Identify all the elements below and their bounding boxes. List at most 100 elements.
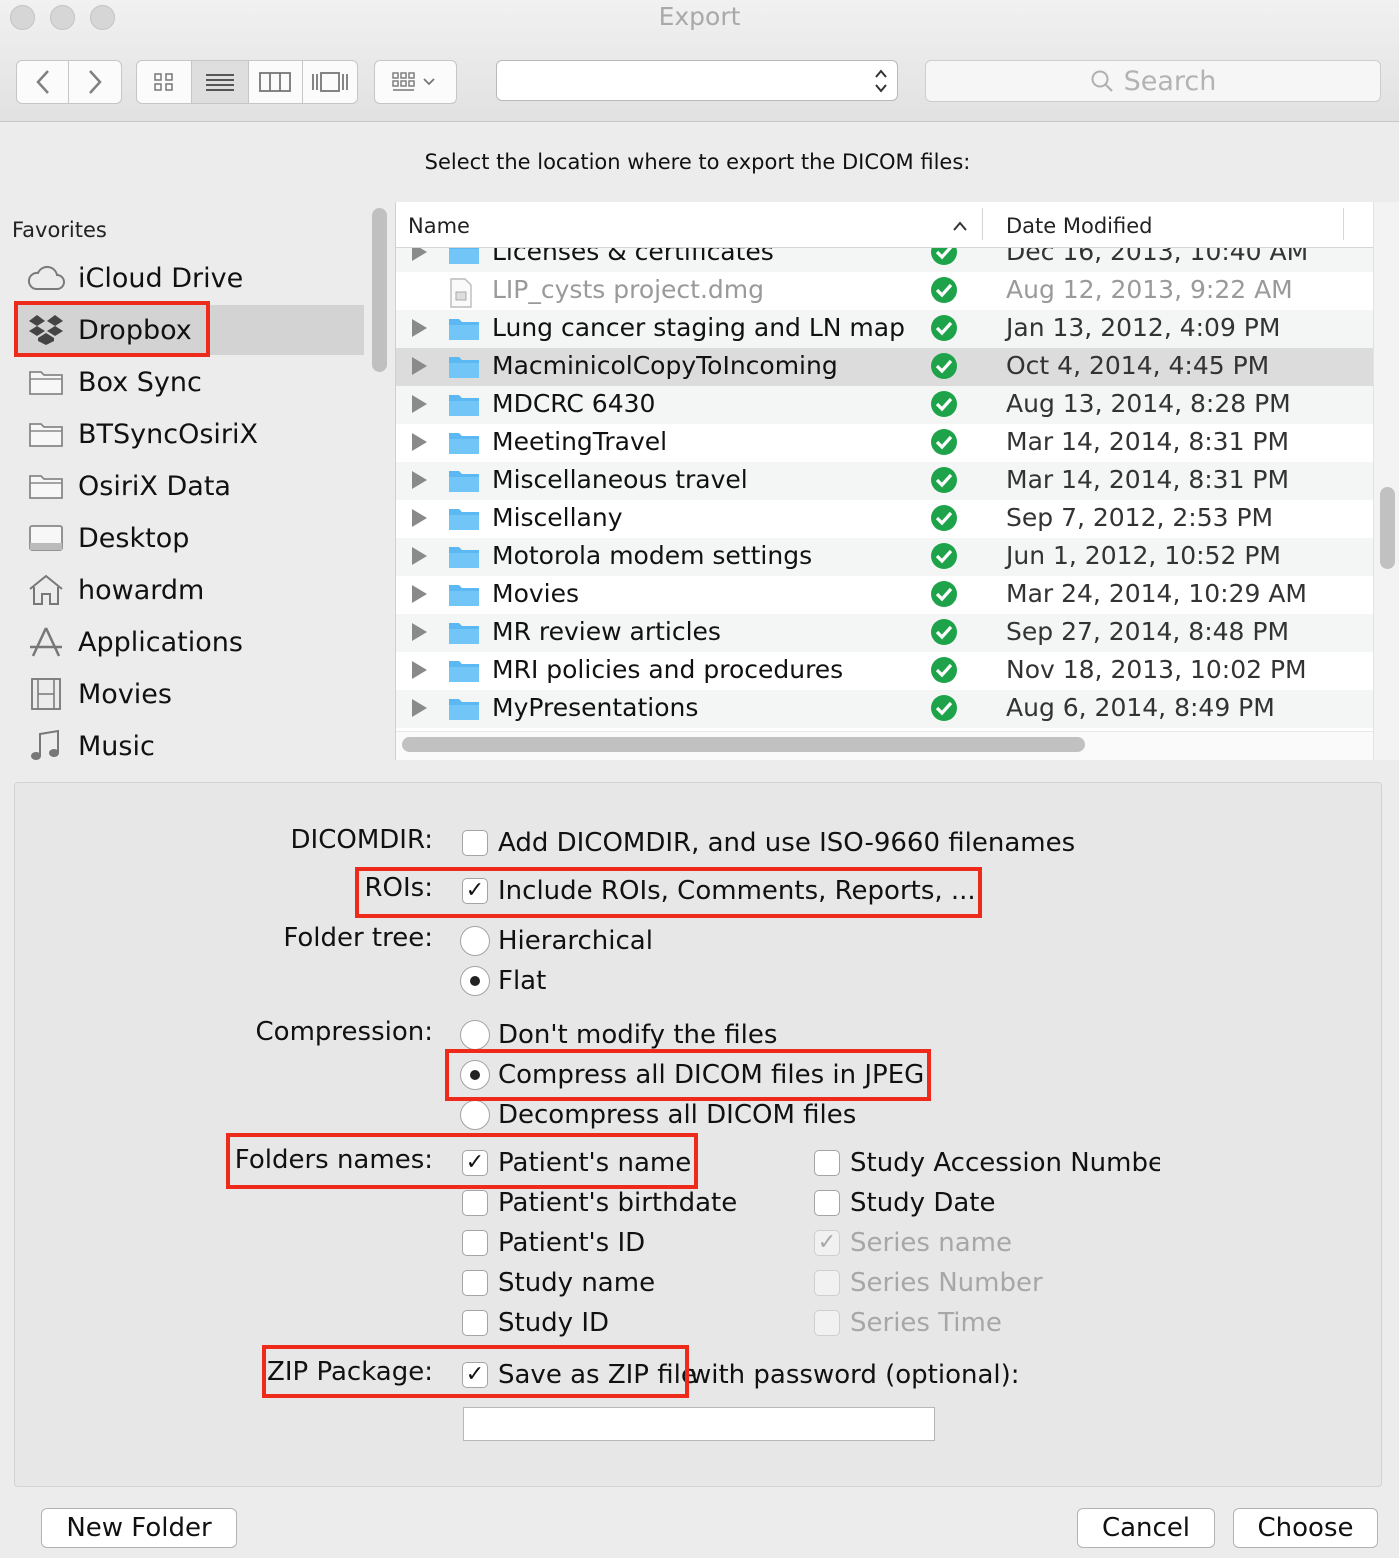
- column-divider[interactable]: [982, 208, 983, 240]
- sidebar-item-howardm[interactable]: howardm: [14, 565, 364, 615]
- folder-icon: [448, 316, 480, 348]
- path-popup[interactable]: [496, 60, 898, 101]
- file-row[interactable]: Miscellany Sep 7, 2012, 2:53 PM: [396, 500, 1373, 538]
- coverflow-view-icon: [311, 72, 348, 92]
- chevron-left-icon: [35, 70, 49, 94]
- forward-button[interactable]: [69, 61, 121, 103]
- list-view-icon: [205, 74, 234, 91]
- search-placeholder: Search: [1123, 65, 1217, 97]
- name-column-header[interactable]: Name: [408, 214, 470, 238]
- disclosure-triangle-icon[interactable]: [412, 509, 427, 527]
- compression-label: Compression:: [255, 1017, 433, 1047]
- checkbox-study-id[interactable]: Study ID: [462, 1305, 609, 1341]
- disclosure-triangle-icon[interactable]: [412, 547, 427, 565]
- cancel-button[interactable]: Cancel: [1077, 1508, 1215, 1548]
- file-row[interactable]: MyPresentations Aug 6, 2014, 8:49 PM: [396, 690, 1373, 728]
- file-row[interactable]: Lung cancer staging and LN map Jan 13, 20…: [396, 310, 1373, 348]
- sidebar-scrollbar[interactable]: [372, 208, 387, 372]
- disclosure-triangle-icon[interactable]: [412, 395, 427, 413]
- sidebar-item-music[interactable]: Music: [14, 721, 364, 760]
- window-title: Export: [658, 2, 741, 31]
- file-name: LIP_cysts project.dmg: [492, 275, 765, 304]
- file-row[interactable]: MeetingTravel Mar 14, 2014, 8:31 PM: [396, 424, 1373, 462]
- folder-icon: [448, 468, 480, 500]
- panel-message: Select the location where to export the …: [424, 150, 971, 174]
- back-button[interactable]: [17, 61, 70, 103]
- zip-package-label: ZIP Package:: [267, 1357, 433, 1387]
- disclosure-triangle-icon[interactable]: [412, 357, 427, 375]
- new-folder-button[interactable]: New Folder: [41, 1508, 237, 1548]
- file-date: Mar 14, 2014, 8:31 PM: [1006, 427, 1290, 456]
- radio-dont-modify[interactable]: Don't modify the files: [460, 1017, 777, 1053]
- file-row[interactable]: MRI policies and procedures Nov 18, 2013,…: [396, 652, 1373, 690]
- file-row[interactable]: Motorola modem settings Jun 1, 2012, 10:5…: [396, 538, 1373, 576]
- checkbox-save-zip[interactable]: ✓ Save as ZIP file: [462, 1357, 697, 1393]
- checkmark-icon: ✓: [814, 1230, 840, 1256]
- icon-view-button[interactable]: [137, 61, 192, 103]
- film-icon: [26, 674, 66, 714]
- folder-icon: [448, 658, 480, 690]
- sidebar-item-icloud-drive[interactable]: iCloud Drive: [14, 253, 364, 303]
- file-row[interactable]: MDCRC 6430 Aug 13, 2014, 8:28 PM: [396, 386, 1373, 424]
- folder-icon: [448, 392, 480, 424]
- checkbox-study-accession-number[interactable]: Study Accession Number: [814, 1145, 1160, 1181]
- sync-check-icon: [930, 314, 958, 348]
- file-name: Lung cancer staging and LN map: [492, 313, 905, 342]
- disclosure-triangle-icon[interactable]: [412, 699, 427, 717]
- file-row[interactable]: Miscellaneous travel Mar 14, 2014, 8:31 P…: [396, 462, 1373, 500]
- checkbox-patients-name[interactable]: ✓ Patient's name: [462, 1145, 691, 1181]
- disclosure-triangle-icon[interactable]: [412, 661, 427, 679]
- file-name: MDCRC 6430: [492, 389, 656, 418]
- column-view-button[interactable]: [249, 61, 303, 103]
- vertical-scroll-thumb[interactable]: [1380, 487, 1395, 569]
- checkbox-box: [462, 1230, 488, 1256]
- radio-flat[interactable]: Flat: [460, 963, 546, 999]
- checkbox-study-date[interactable]: Study Date: [814, 1185, 995, 1221]
- folder-names-label: Folders names:: [234, 1145, 433, 1175]
- choose-button[interactable]: Choose: [1233, 1508, 1378, 1548]
- sidebar-item-desktop[interactable]: Desktop: [14, 513, 364, 563]
- column-view-icon: [259, 72, 292, 92]
- vertical-scrollbar[interactable]: [1373, 202, 1399, 760]
- file-date: Aug 13, 2014, 8:28 PM: [1006, 389, 1291, 418]
- disclosure-triangle-icon[interactable]: [412, 319, 427, 337]
- file-row[interactable]: Movies Mar 24, 2014, 10:29 AM: [396, 576, 1373, 614]
- sidebar-item-osirix-data[interactable]: OsiriX Data: [14, 461, 364, 511]
- file-row[interactable]: LIP_cysts project.dmg Aug 12, 2013, 9:22 …: [396, 272, 1373, 310]
- file-row[interactable]: MR review articles Sep 27, 2014, 8:48 PM: [396, 614, 1373, 652]
- sidebar-item-applications[interactable]: Applications: [14, 617, 364, 667]
- checkbox-study-name[interactable]: Study name: [462, 1265, 655, 1301]
- disclosure-triangle-icon[interactable]: [412, 585, 427, 603]
- file-date: Sep 7, 2012, 2:53 PM: [1006, 503, 1274, 532]
- search-input[interactable]: Search: [925, 60, 1381, 102]
- file-row[interactable]: MacminicolCopyToIncoming Oct 4, 2014, 4:4…: [396, 348, 1373, 386]
- zip-password-field[interactable]: [463, 1407, 935, 1441]
- sidebar-item-box-sync[interactable]: Box Sync: [14, 357, 364, 407]
- disclosure-triangle-icon[interactable]: [412, 433, 427, 451]
- checkbox-box: [814, 1270, 840, 1296]
- radio-hierarchical[interactable]: Hierarchical: [460, 923, 653, 959]
- folder-icon: [448, 354, 480, 386]
- updown-arrows-icon: [873, 65, 889, 100]
- column-divider[interactable]: [1343, 208, 1344, 240]
- coverflow-view-button[interactable]: [303, 61, 358, 103]
- sidebar-item-dropbox[interactable]: Dropbox: [14, 305, 364, 355]
- disclosure-triangle-icon[interactable]: [412, 623, 427, 641]
- radio-button: [460, 1100, 490, 1130]
- checkbox-patients-birthdate[interactable]: Patient's birthdate: [462, 1185, 737, 1221]
- disclosure-triangle-icon[interactable]: [412, 471, 427, 489]
- sidebar-item-movies[interactable]: Movies: [14, 669, 364, 719]
- list-view-button[interactable]: [191, 61, 249, 103]
- favorites-heading: Favorites: [12, 218, 107, 242]
- arrange-button[interactable]: [375, 61, 456, 103]
- checkbox-patients-id[interactable]: Patient's ID: [462, 1225, 645, 1261]
- radio-decompress[interactable]: Decompress all DICOM files: [460, 1097, 856, 1133]
- dicomdir-checkbox[interactable]: Add DICOMDIR, and use ISO-9660 filenames: [462, 825, 1075, 861]
- radio-compress-jpeg[interactable]: Compress all DICOM files in JPEG: [460, 1057, 924, 1093]
- sidebar-item-btsyncosirix[interactable]: BTSyncOsiriX: [14, 409, 364, 459]
- include-rois-checkbox[interactable]: ✓ Include ROIs, Comments, Reports, ...: [462, 873, 976, 909]
- arrange-menu[interactable]: [374, 60, 457, 104]
- sync-check-icon: [930, 466, 958, 500]
- date-modified-column-header[interactable]: Date Modified: [1006, 214, 1152, 238]
- horizontal-scroll-thumb[interactable]: [402, 737, 1085, 752]
